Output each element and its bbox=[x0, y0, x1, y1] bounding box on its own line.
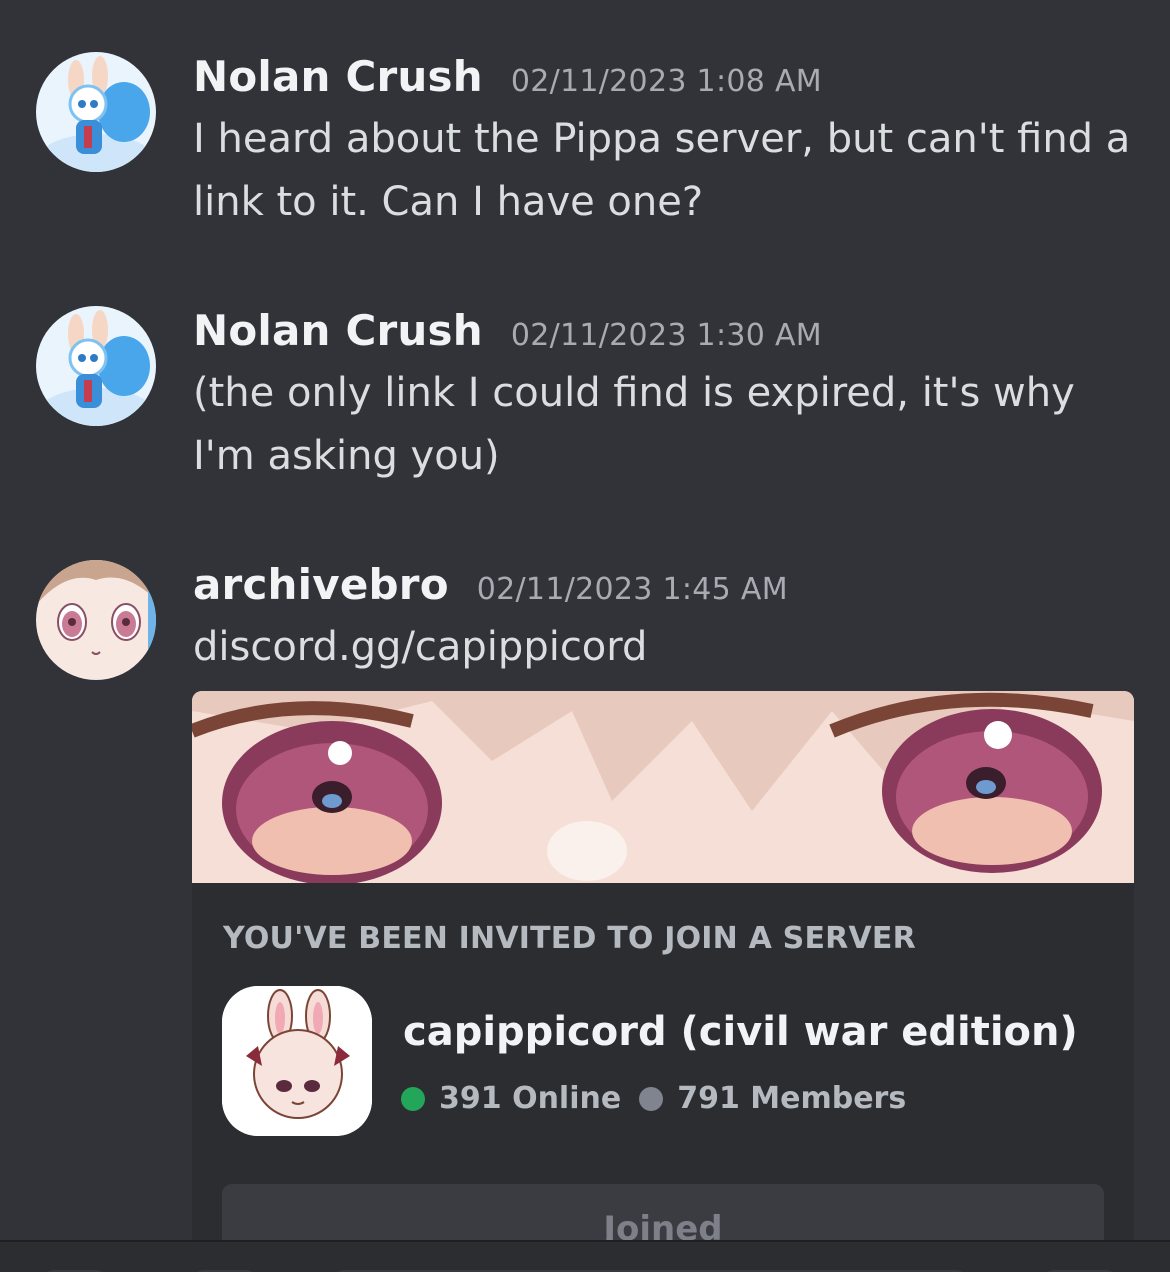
online-status-dot bbox=[401, 1086, 425, 1111]
username[interactable]: archivebro bbox=[193, 560, 449, 609]
message-header: Nolan Crush 02/11/2023 1:08 AM bbox=[193, 52, 822, 102]
online-count: 391 Online bbox=[439, 1081, 622, 1116]
invite-embed: YOU'VE BEEN INVITED TO JOIN A SERVER cap… bbox=[192, 691, 1134, 1251]
invite-link[interactable]: discord.gg/capippicord bbox=[193, 624, 647, 670]
message-header: Nolan Crush 02/11/2023 1:30 AM bbox=[193, 306, 822, 356]
invite-label: YOU'VE BEEN INVITED TO JOIN A SERVER bbox=[223, 921, 916, 956]
user-avatar[interactable] bbox=[36, 52, 156, 172]
message-content: (the only link I could find is expired, … bbox=[193, 362, 1143, 488]
server-stats: 391 Online 791 Members bbox=[401, 1081, 924, 1116]
message-line: I'm asking you) bbox=[193, 433, 500, 479]
message-timestamp: 02/11/2023 1:45 AM bbox=[476, 572, 788, 607]
message-timestamp: 02/11/2023 1:30 AM bbox=[510, 318, 822, 353]
chat-view: Nolan Crush 02/11/2023 1:08 AM I heard a… bbox=[0, 0, 1170, 1272]
member-count: 791 Members bbox=[677, 1081, 907, 1116]
members-status-dot bbox=[639, 1086, 664, 1111]
user-avatar[interactable] bbox=[36, 560, 156, 680]
message-timestamp: 02/11/2023 1:08 AM bbox=[510, 64, 822, 99]
message-header: archivebro 02/11/2023 1:45 AM bbox=[193, 560, 788, 610]
bottom-toolbar bbox=[0, 1240, 1170, 1272]
message-line: I heard about the Pippa server, but can'… bbox=[193, 116, 1131, 162]
message-line: link to it. Can I have one? bbox=[193, 179, 704, 225]
server-name[interactable]: capippicord (civil war edition) bbox=[403, 1009, 1078, 1055]
user-avatar[interactable] bbox=[36, 306, 156, 426]
message-content: I heard about the Pippa server, but can'… bbox=[193, 108, 1143, 234]
server-icon[interactable] bbox=[222, 986, 372, 1136]
message-line: (the only link I could find is expired, … bbox=[193, 370, 1075, 416]
message-content: discord.gg/capippicord bbox=[193, 616, 1143, 679]
username[interactable]: Nolan Crush bbox=[193, 52, 483, 101]
username[interactable]: Nolan Crush bbox=[193, 306, 483, 355]
server-banner-image bbox=[192, 691, 1134, 883]
